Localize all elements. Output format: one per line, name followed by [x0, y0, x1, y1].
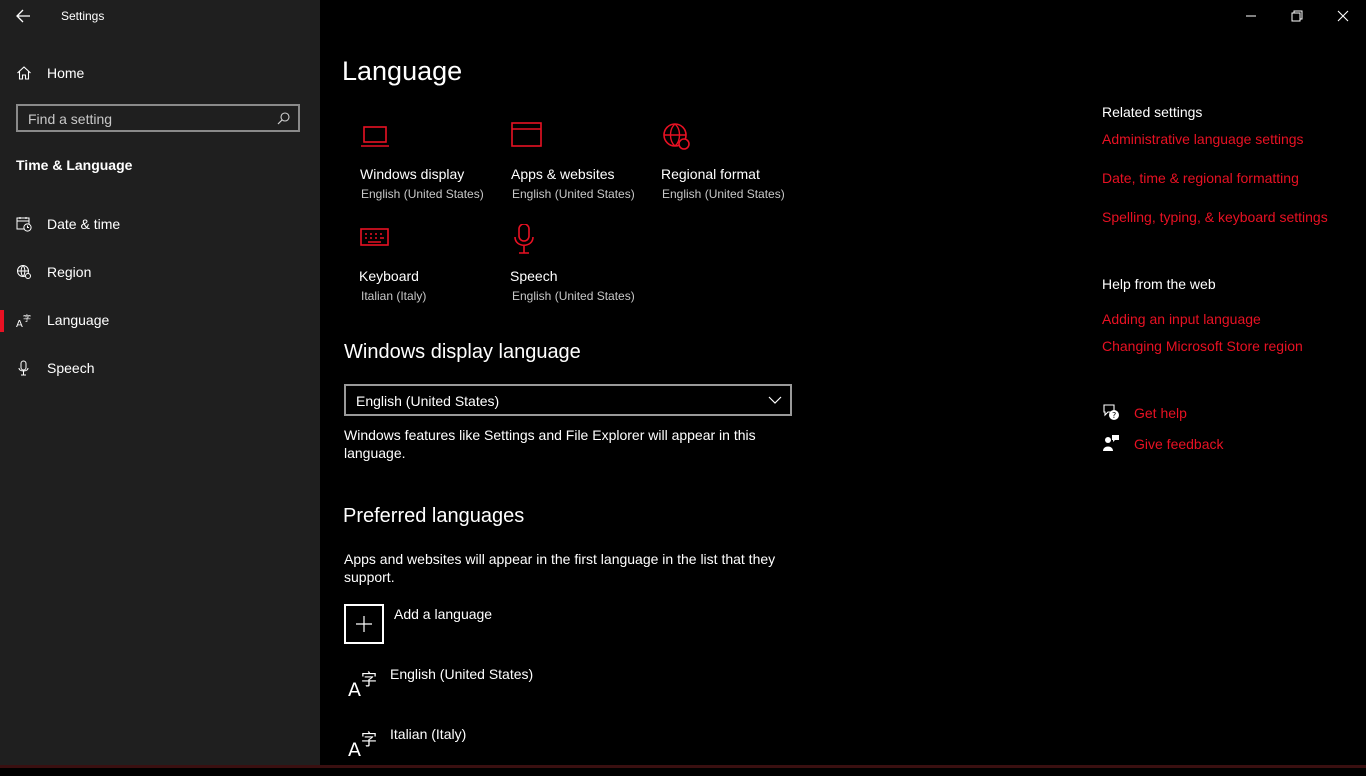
home-label: Home — [47, 65, 85, 81]
close-button[interactable] — [1320, 0, 1366, 32]
tile-regional-format[interactable]: Regional format English (United States) — [661, 122, 801, 212]
svg-text:A: A — [16, 319, 23, 328]
display-language-value: English (United States) — [356, 393, 500, 409]
minimize-icon — [1246, 15, 1256, 17]
get-help-link[interactable]: Get help — [1134, 405, 1187, 421]
back-arrow-icon — [16, 9, 30, 23]
sidebar-item-label: Region — [47, 264, 92, 280]
preferred-languages-description: Apps and websites will appear in the fir… — [344, 551, 776, 585]
tile-value: English (United States) — [512, 187, 635, 201]
sidebar: Settings Home Time & Language Date & tim… — [0, 0, 320, 768]
svg-text:A: A — [348, 739, 361, 760]
language-icon: A 字 — [348, 730, 377, 760]
tile-label: Keyboard — [359, 268, 419, 284]
link-spelling-typing-keyboard-settings[interactable]: Spelling, typing, & keyboard settings — [1102, 209, 1328, 225]
globe-settings-icon — [663, 123, 690, 150]
language-name: Italian (Italy) — [390, 726, 467, 742]
close-icon — [1337, 10, 1349, 22]
language-icon: A 字 — [16, 313, 31, 328]
browser-window-icon — [511, 122, 542, 147]
help-from-web-heading: Help from the web — [1102, 276, 1216, 292]
section-title: Time & Language — [16, 157, 133, 173]
calendar-clock-icon — [16, 217, 32, 232]
restore-button[interactable] — [1274, 0, 1320, 32]
related-settings-heading: Related settings — [1102, 104, 1203, 120]
link-administrative-language-settings[interactable]: Administrative language settings — [1102, 131, 1304, 147]
svg-text:字: 字 — [361, 730, 377, 749]
keyboard-icon — [360, 228, 389, 246]
tile-label: Apps & websites — [511, 166, 615, 182]
language-name: English (United States) — [390, 666, 534, 682]
laptop-icon — [361, 126, 389, 147]
search-icon[interactable] — [277, 112, 290, 125]
tile-apps-websites[interactable]: Apps & websites English (United States) — [511, 122, 651, 212]
svg-text:A: A — [348, 679, 361, 700]
microphone-icon — [18, 360, 29, 376]
link-date-time-regional-formatting[interactable]: Date, time & regional formatting — [1102, 170, 1299, 186]
language-list-item[interactable]: A 字 Italian (Italy) — [344, 726, 794, 776]
add-language-label[interactable]: Add a language — [394, 606, 492, 622]
svg-text:字: 字 — [23, 313, 31, 323]
app-title: Settings — [61, 9, 105, 23]
link-changing-store-region[interactable]: Changing Microsoft Store region — [1102, 338, 1303, 354]
tile-value: English (United States) — [512, 289, 635, 303]
sidebar-item-speech[interactable]: Speech — [0, 350, 320, 386]
tile-label: Speech — [510, 268, 558, 284]
globe-icon — [17, 265, 31, 279]
tile-value: English (United States) — [361, 187, 484, 201]
sidebar-item-label: Language — [47, 312, 110, 328]
add-language-button[interactable] — [344, 604, 384, 644]
sidebar-item-label: Speech — [47, 360, 95, 376]
link-adding-input-language[interactable]: Adding an input language — [1102, 311, 1261, 327]
tile-label: Windows display — [360, 166, 465, 182]
restore-icon — [1291, 10, 1303, 22]
microphone-icon — [514, 224, 534, 254]
language-list-item[interactable]: A 字 English (United States) — [344, 666, 794, 716]
display-language-heading: Windows display language — [344, 341, 581, 363]
tile-keyboard[interactable]: Keyboard Italian (Italy) — [359, 224, 500, 314]
search-input[interactable] — [28, 110, 268, 128]
tile-label: Regional format — [661, 166, 760, 182]
sidebar-item-label: Date & time — [47, 216, 121, 232]
give-feedback-link[interactable]: Give feedback — [1134, 436, 1224, 452]
tile-windows-display[interactable]: Windows display English (United States) — [360, 122, 500, 212]
plus-icon — [356, 616, 372, 632]
tile-value: Italian (Italy) — [361, 289, 427, 303]
page-title: Language — [342, 56, 463, 86]
sidebar-item-language[interactable]: A 字 Language — [0, 302, 320, 338]
search-box[interactable] — [16, 104, 300, 132]
display-language-description: Windows features like Settings and File … — [344, 427, 756, 461]
sidebar-item-region[interactable]: Region — [0, 254, 320, 290]
give-feedback-icon — [1103, 435, 1119, 451]
back-button[interactable] — [14, 6, 34, 26]
preferred-languages-heading: Preferred languages — [343, 505, 525, 527]
display-language-dropdown[interactable]: English (United States) — [344, 384, 792, 416]
sidebar-item-date-time[interactable]: Date & time — [0, 206, 320, 242]
language-icon: A 字 — [348, 670, 377, 700]
home-icon — [17, 66, 31, 80]
minimize-button[interactable] — [1228, 0, 1274, 32]
home-nav-item[interactable]: Home — [16, 62, 296, 86]
tile-speech[interactable]: Speech English (United States) — [510, 224, 651, 314]
chevron-down-icon — [768, 396, 782, 404]
svg-text:?: ? — [1112, 411, 1116, 420]
get-help-icon: ? — [1103, 404, 1119, 420]
tile-value: English (United States) — [662, 187, 785, 201]
svg-text:字: 字 — [361, 670, 377, 689]
